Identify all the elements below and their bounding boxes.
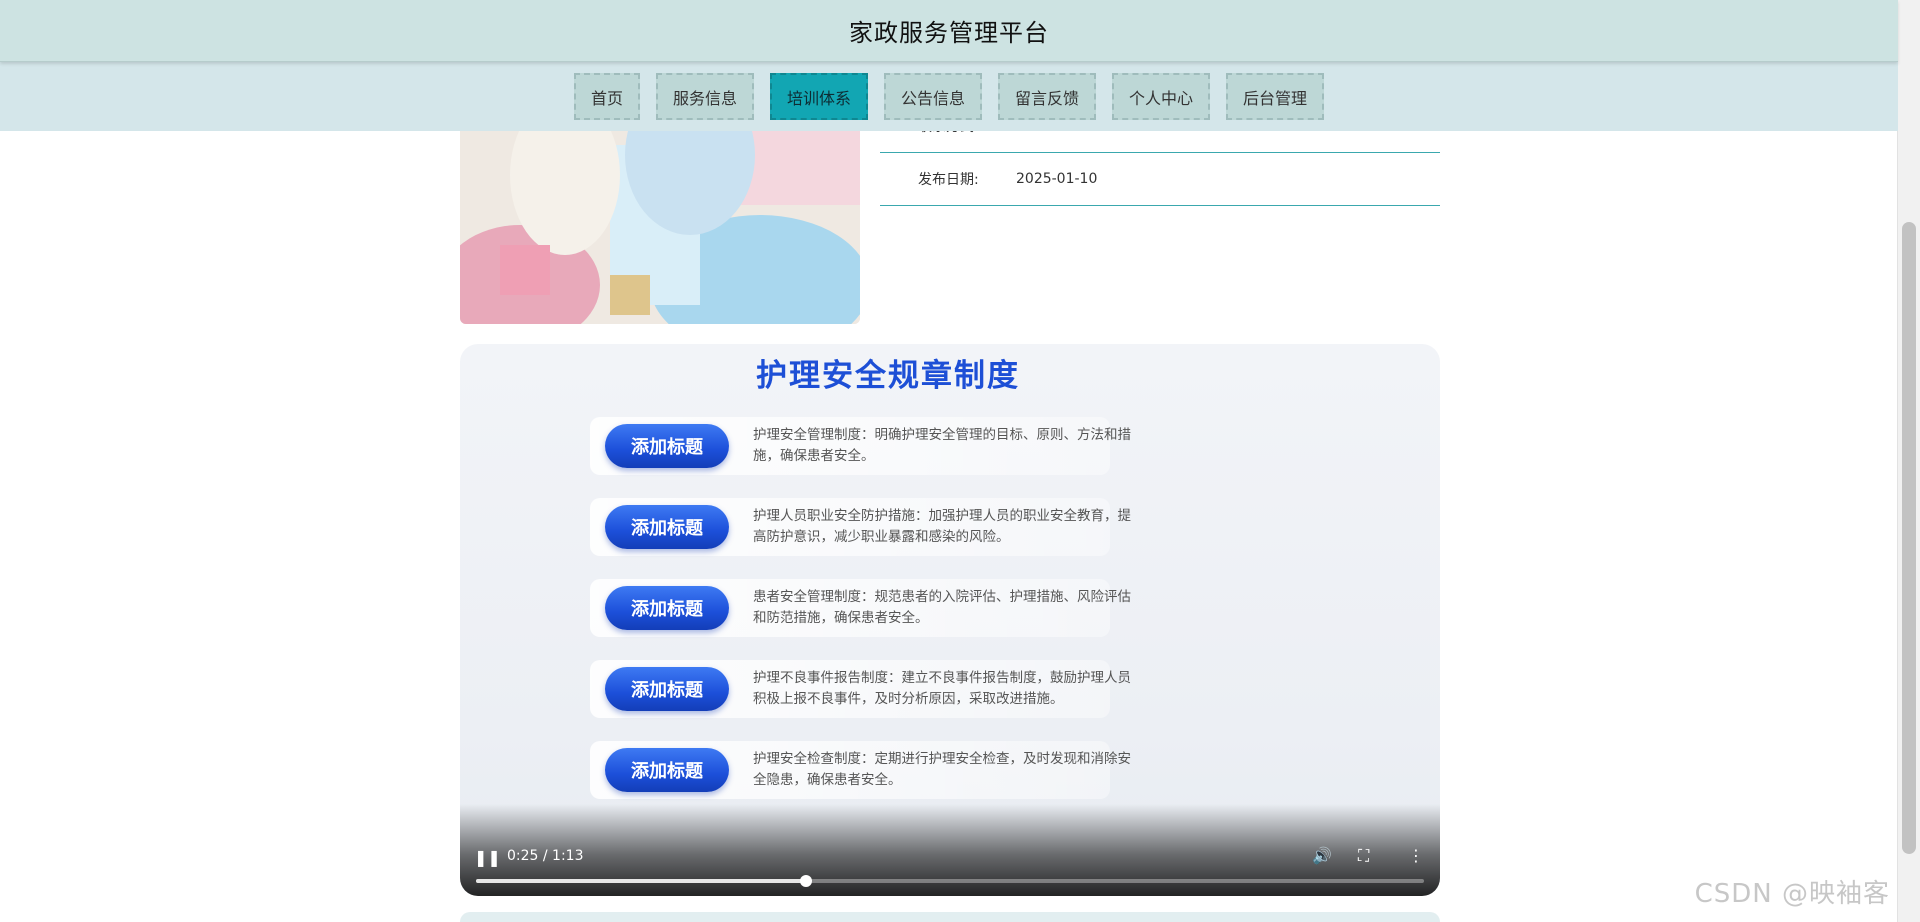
main-nav: 首页 服务信息 培训体系 公告信息 留言反馈 个人中心 后台管理 [0, 62, 1898, 131]
pause-icon[interactable]: ❚❚ [474, 848, 501, 867]
more-options-icon[interactable]: ⋮ [1408, 846, 1424, 865]
slide-badge: 添加标题 [605, 586, 729, 630]
slide-item: 添加标题 护理人员职业安全防护措施：加强护理人员的职业安全教育，提高防护意识，减… [590, 494, 1150, 560]
watermark: CSDN @映袖客 [1694, 879, 1890, 909]
nav-item-profile[interactable]: 个人中心 [1112, 73, 1211, 120]
slide-item: 添加标题 护理安全管理制度：明确护理安全管理的目标、原则、方法和措施，确保患者安… [590, 413, 1150, 479]
date-value: 2025-01-10 [1016, 171, 1098, 187]
video-controls: ❚❚ 0:25 / 1:13 🔊 ⛶ ⋮ [460, 804, 1440, 896]
video-progress-thumb[interactable] [799, 875, 812, 887]
slide-item: 添加标题 患者安全管理制度：规范患者的入院评估、护理措施、风险评估和防范措施，确… [590, 575, 1150, 641]
date-label: 发布日期: [918, 172, 979, 188]
nav-item-admin[interactable]: 后台管理 [1226, 73, 1325, 120]
volume-icon[interactable]: 🔊 [1312, 846, 1332, 865]
nav-item-announcements[interactable]: 公告信息 [883, 73, 982, 120]
header-bar: 家政服务管理平台 [0, 0, 1898, 62]
slide-title: 护理安全规章制度 [756, 358, 1020, 394]
nav-item-home[interactable]: 首页 [573, 73, 640, 120]
site-title: 家政服务管理平台 [849, 19, 1049, 47]
video-time: 0:25 / 1:13 [507, 848, 584, 864]
slide-item-text: 护理安全检查制度：定期进行护理安全检查，及时发现和消除安全隐患，确保患者安全。 [753, 751, 1131, 788]
slide-item-text: 护理不良事件报告制度：建立不良事件报告制度，鼓励护理人员积极上报不良事件，及时分… [753, 670, 1131, 707]
scrollbar-thumb[interactable] [1902, 222, 1916, 854]
slide-badge: 添加标题 [605, 505, 729, 549]
slide-badge: 添加标题 [605, 748, 729, 792]
detail-row-date: 发布日期: 2025-01-10 [880, 153, 1440, 206]
video-progress-fill [476, 879, 806, 883]
nav-item-feedback[interactable]: 留言反馈 [998, 73, 1097, 120]
slide-badge: 添加标题 [605, 667, 729, 711]
slide-item: 添加标题 护理不良事件报告制度：建立不良事件报告制度，鼓励护理人员积极上报不良事… [590, 656, 1150, 722]
next-section-edge [460, 912, 1440, 922]
nav-item-service-info[interactable]: 服务信息 [655, 73, 754, 120]
video-progress-bar[interactable] [476, 875, 1424, 887]
nav-item-training[interactable]: 培训体系 [769, 73, 868, 120]
slide-item-text: 患者安全管理制度：规范患者的入院评估、护理措施、风险评估和防范措施，确保患者安全… [753, 589, 1131, 626]
fullscreen-icon[interactable]: ⛶ [1358, 846, 1369, 866]
slide-item-text: 护理人员职业安全防护措施：加强护理人员的职业安全教育，提高防护意识，减少职业暴露… [753, 508, 1131, 545]
slide-badge: 添加标题 [605, 424, 729, 468]
page-scrollbar[interactable] [1897, 0, 1920, 922]
slide-item: 添加标题 护理安全检查制度：定期进行护理安全检查，及时发现和消除安全隐患，确保患… [590, 737, 1150, 803]
slide-item-text: 护理安全管理制度：明确护理安全管理的目标、原则、方法和措施，确保患者安全。 [753, 427, 1131, 464]
video-player[interactable]: 护理安全规章制度 添加标题 护理安全管理制度：明确护理安全管理的目标、原则、方法… [460, 344, 1440, 896]
